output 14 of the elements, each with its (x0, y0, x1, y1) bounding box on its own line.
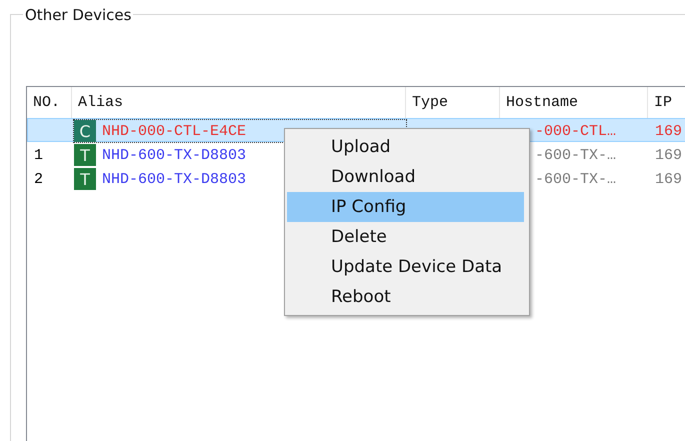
table-cell: -000-CTL… (535, 122, 616, 140)
table-cell: NHD-600-TX-D8803 (102, 170, 246, 188)
table-cell: 169 (655, 122, 682, 140)
table-cell: NHD-600-TX-D8803 (102, 146, 246, 164)
table-cell: NHD-000-CTL-E4CE (102, 122, 246, 140)
device-badge: T (74, 168, 96, 190)
table-cell: 2 (34, 170, 44, 188)
device-badge: T (74, 144, 96, 166)
table-cell: 169 (655, 146, 682, 164)
table-cell: -600-TX-… (535, 146, 616, 164)
table-cell: 1 (34, 146, 44, 164)
table-cell: 169 (655, 170, 682, 188)
device-badge: C (74, 120, 96, 142)
table-cell: -600-TX-… (535, 170, 616, 188)
